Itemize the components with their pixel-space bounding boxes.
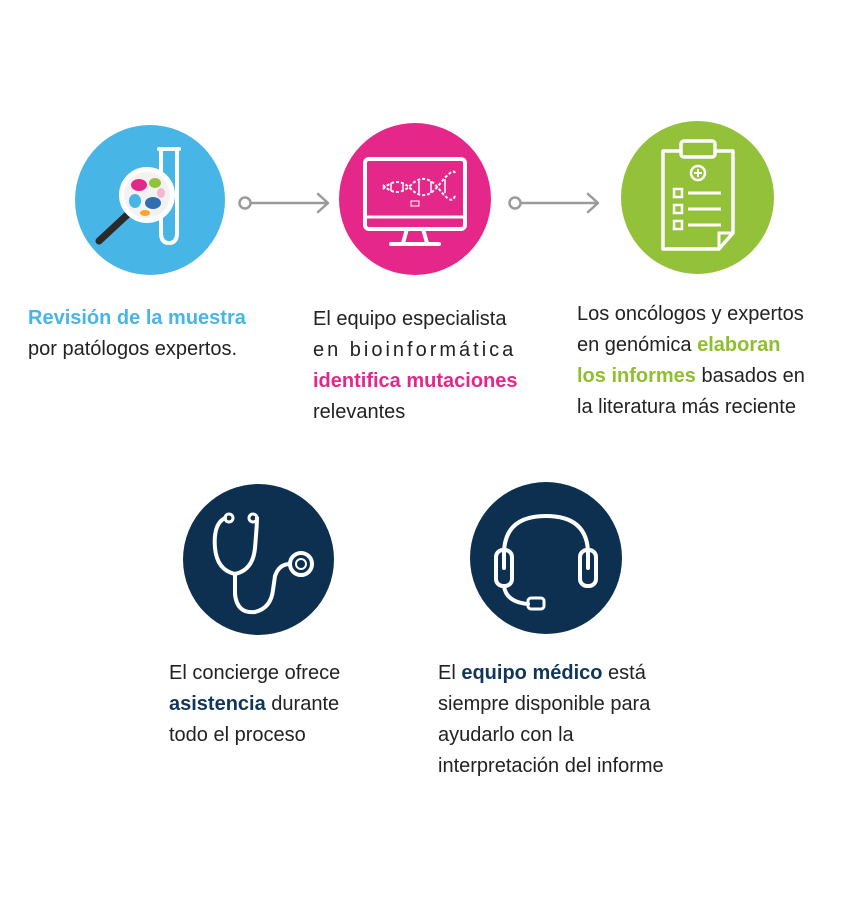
support-1-circle bbox=[183, 484, 334, 635]
step-3-circle bbox=[621, 121, 774, 274]
magnifier-test-tube-icon bbox=[95, 147, 181, 246]
support-2-line-2: siempre disponible para bbox=[438, 693, 651, 715]
support-2-line-1-pre: El bbox=[438, 662, 462, 684]
support-2-line-1-post: está bbox=[602, 662, 646, 684]
support-1-line-2-post: durante bbox=[265, 693, 340, 715]
arrow-1-icon bbox=[238, 192, 330, 214]
step-2-text: El equipo especialista en bioinformática… bbox=[313, 304, 537, 428]
step-3-text: Los oncólogos y expertos en genómica ela… bbox=[577, 299, 805, 423]
arrow-2-icon bbox=[508, 192, 600, 214]
step-3-line-2-pre: en genómica bbox=[577, 334, 698, 356]
step-1-text: Revisión de la muestra por patólogos exp… bbox=[28, 303, 246, 365]
headset-icon bbox=[494, 513, 598, 611]
support-1-highlight: asistencia bbox=[169, 693, 266, 715]
step-1-circle bbox=[75, 125, 225, 275]
step-3-line-4: la literatura más reciente bbox=[577, 396, 796, 418]
support-1-line-1: El concierge ofrece bbox=[169, 662, 341, 684]
computer-dna-icon bbox=[363, 157, 467, 246]
step-3-highlight-2: los informes bbox=[577, 365, 696, 387]
support-2-line-4: interpretación del informe bbox=[438, 755, 664, 777]
step-2-line-2: en bioinformática bbox=[313, 339, 517, 361]
step-2-circle bbox=[339, 123, 491, 275]
support-2-highlight: equipo médico bbox=[461, 662, 603, 684]
step-1-line-2: por patólogos expertos. bbox=[28, 338, 238, 360]
step-3-highlight-1: elaboran bbox=[697, 334, 781, 356]
clipboard-report-icon bbox=[661, 139, 735, 251]
support-2-circle bbox=[470, 482, 622, 634]
step-2-line-1: El equipo especialista bbox=[313, 308, 507, 330]
support-1-text: El concierge ofrece asistencia durante t… bbox=[169, 658, 340, 751]
step-2-line-4: relevantes bbox=[313, 401, 406, 423]
step-1-highlight: Revisión de la muestra bbox=[28, 307, 246, 329]
step-2-highlight: identifica mutaciones bbox=[313, 370, 518, 392]
step-3-line-1: Los oncólogos y expertos bbox=[577, 303, 804, 325]
step-3-line-3-post: basados en bbox=[695, 365, 805, 387]
support-2-text: El equipo médico está siempre disponible… bbox=[438, 658, 664, 782]
stethoscope-icon bbox=[212, 512, 314, 615]
support-2-line-3: ayudarlo con la bbox=[438, 724, 574, 746]
support-1-line-3: todo el proceso bbox=[169, 724, 306, 746]
